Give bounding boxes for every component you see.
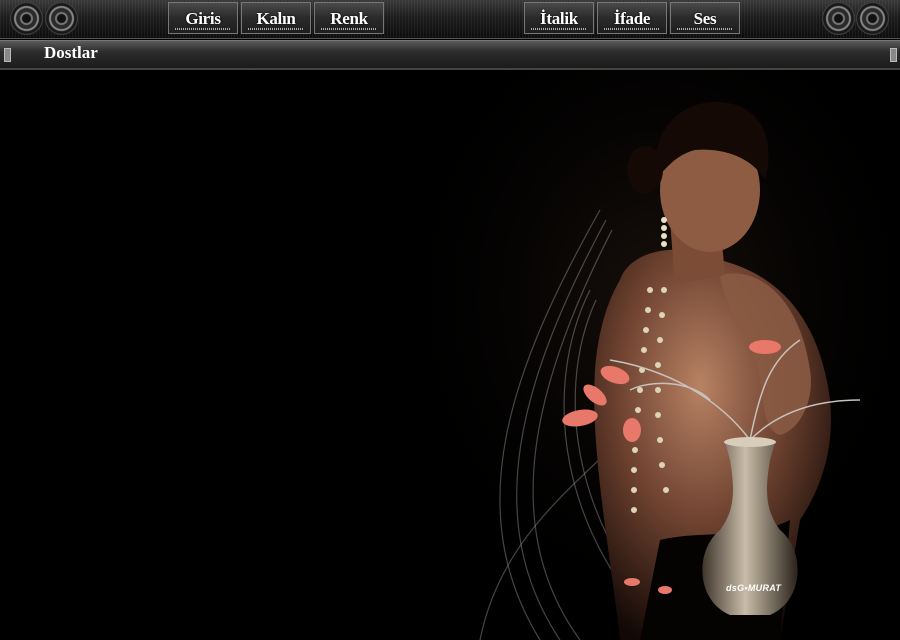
speaker-icon: [856, 2, 889, 35]
speaker-icon: [822, 2, 855, 35]
decorative-artwork: [420, 70, 900, 640]
speaker-icon: [45, 2, 78, 35]
artist-signature: dsG•MURAT: [726, 583, 782, 593]
speaker-icon: [10, 2, 43, 35]
emoticon-button[interactable]: İfade: [597, 2, 667, 34]
sound-button[interactable]: Ses: [670, 2, 740, 34]
italic-button[interactable]: İtalik: [524, 2, 594, 34]
color-button[interactable]: Renk: [314, 2, 384, 34]
friends-label[interactable]: Dostlar: [44, 43, 98, 63]
scroll-handle-left[interactable]: [4, 48, 11, 62]
woman-with-vase-artwork: [420, 70, 900, 640]
scroll-handle-right[interactable]: [890, 48, 897, 62]
top-toolbar: Giris Kalın Renk İtalik İfade Ses: [0, 0, 900, 39]
friends-bar: Dostlar: [0, 40, 900, 70]
giris-button[interactable]: Giris: [168, 2, 238, 34]
bold-button[interactable]: Kalın: [241, 2, 311, 34]
